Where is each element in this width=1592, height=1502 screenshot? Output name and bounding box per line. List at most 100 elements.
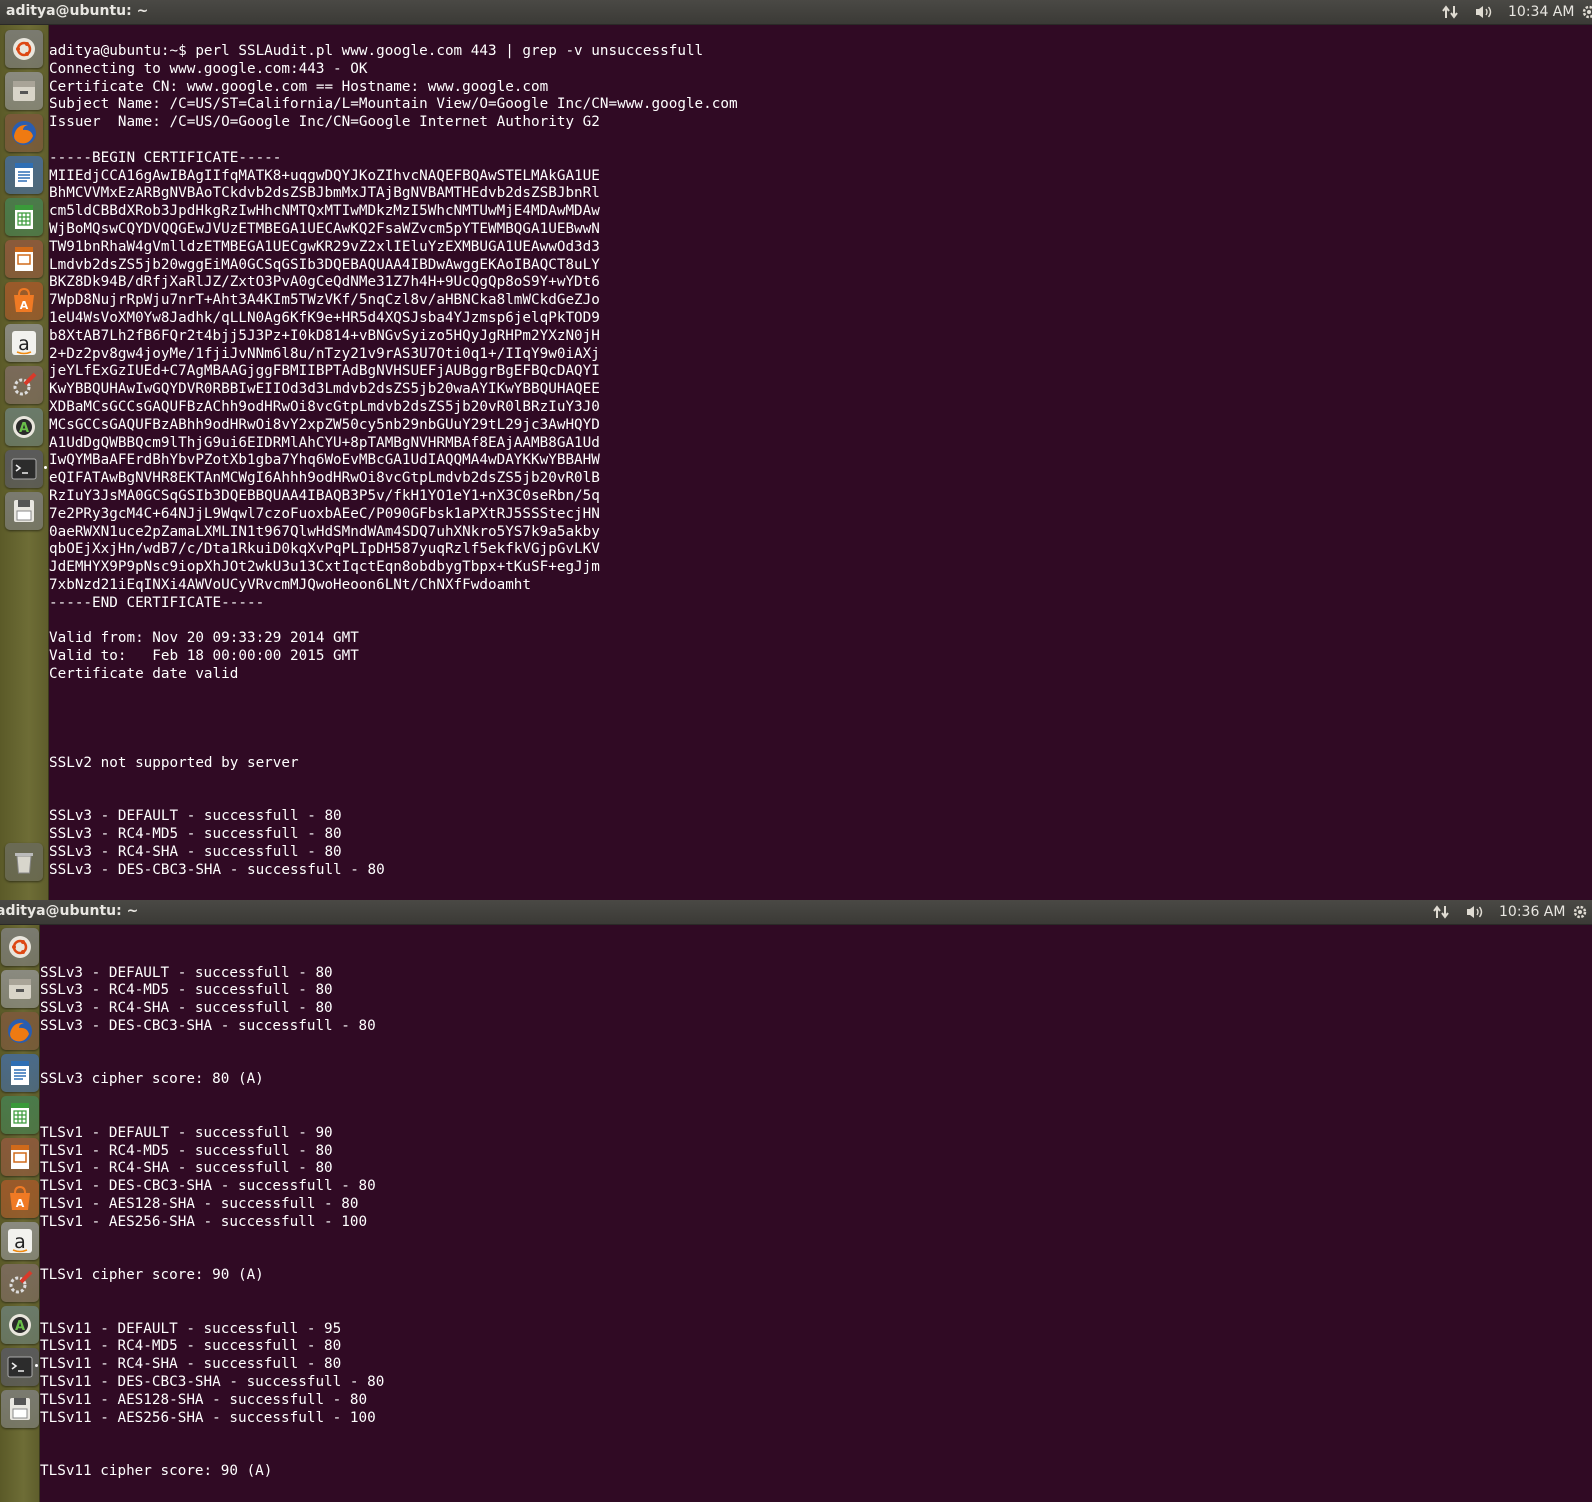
terminal-line: KwYBBQUHAwIwGQYDVR0RBBIwEIIOd3d3Lmdvb2ds…	[49, 381, 600, 398]
terminal-line: SSLv3 - RC4-SHA - successfull - 80	[49, 843, 342, 860]
system-settings-icon[interactable]	[5, 366, 43, 404]
clock[interactable]: 10:34 AM	[1508, 4, 1574, 20]
terminal-line: 0aeRWXN1uce2pZamaLXMLIN1t967QlwHdSMndWAm…	[49, 523, 600, 540]
file-manager-icon[interactable]	[5, 72, 43, 110]
terminal-line: SSLv3 - DEFAULT - successfull - 80	[40, 964, 333, 981]
terminal-line: eQIFATAwBgNVHR8EKTAnMCWgI6Ahhh9odHRwOi8v…	[49, 470, 600, 487]
system-tray: 10:34 AM	[1442, 0, 1592, 24]
terminal-line: Connecting to www.google.com:443 - OK	[49, 60, 368, 77]
window-title: aditya@ubuntu: ~	[6, 3, 149, 19]
terminal-line: TLSv11 - AES128-SHA - successfull - 80	[40, 1391, 368, 1408]
system-tray: 10:36 AM	[1433, 900, 1592, 924]
terminal-line: WjBoMQswCQYDVQQGEwJVUzETMBEGA1UECAwKQ2Fs…	[49, 220, 600, 237]
terminal-line: SSLv3 - RC4-MD5 - successfull - 80	[49, 826, 342, 843]
svg-text:a: a	[14, 1231, 26, 1253]
volume-icon[interactable]	[1474, 4, 1494, 20]
launcher: Aa A	[0, 925, 40, 1502]
desktop-screenshot-2: aditya@ubuntu: ~ 10:36 AM Aa A SSLv3 - DE…	[0, 900, 1592, 1502]
save-disk-icon[interactable]	[0, 1390, 39, 1428]
terminal-line: Subject Name: /C=US/ST=California/L=Moun…	[49, 96, 738, 113]
ubuntu-dash-icon[interactable]	[0, 928, 39, 966]
terminal-line: SSLv3 - DES-CBC3-SHA - successfull - 80	[40, 1017, 376, 1034]
terminal-line: cm5ldCBBdXRob3JpdHkgRzIwHhcNMTQxMTIwMDkz…	[49, 203, 600, 220]
calc-icon[interactable]	[5, 198, 43, 236]
svg-text:a: a	[18, 333, 30, 355]
desktop-screenshot-1: aditya@ubuntu: ~ 10:34 AM Aa A aditya@ubu…	[0, 0, 1592, 900]
terminal-line: MCsGCCsGAQUFBzABhh9odHRwOi8vY2xpZW50cy5n…	[49, 416, 600, 433]
terminal-line: qbOEjXxjHn/wdB7/c/Dta1RkuiD0kqXvPqPLIpDH…	[49, 541, 600, 558]
file-manager-icon[interactable]	[0, 970, 39, 1008]
ubuntu-dash-icon[interactable]	[5, 30, 43, 68]
terminal-line: TLSv11 - DES-CBC3-SHA - successfull - 80	[40, 1373, 385, 1390]
system-settings-icon[interactable]	[0, 1264, 39, 1302]
svg-text:A: A	[14, 1319, 24, 1334]
terminal-line: jeYLfExGzIUEd+C7AgMBAAGjggFBMIIBPTAdBgNV…	[49, 363, 600, 380]
terminal-output: aditya@ubuntu:~$ perl SSLAudit.pl www.go…	[49, 25, 1592, 879]
terminal-line: MIIEdjCCA16gAwIBAgIIfqMATK8+uqgwDQYJKoZI…	[49, 167, 600, 184]
terminal-line: TW91bnRhaW4gVmlldzETMBEGA1UECgwKR29vZ2xl…	[49, 238, 600, 255]
terminal-line: TLSv11 - RC4-SHA - successfull - 80	[40, 1356, 342, 1373]
calc-icon[interactable]	[0, 1096, 39, 1134]
terminal-line: TLSv1 - DES-CBC3-SHA - successfull - 80	[40, 1178, 376, 1195]
terminal-line: b8XtAB7Lh2fB6FQr2t4bjj5J3Pz+I0kD814+vBNG…	[49, 327, 600, 344]
terminal-line: Certificate date valid	[49, 665, 239, 682]
trash-icon[interactable]	[5, 843, 43, 881]
amazon-icon[interactable]: a	[5, 324, 43, 362]
terminal-line: TLSv11 cipher score: 90 (A)	[40, 1462, 273, 1479]
firefox-icon[interactable]	[5, 114, 43, 152]
impress-icon[interactable]	[5, 240, 43, 278]
terminal-line: A1UdDgQWBBQcm9lThjG9ui6EIDRMlAhCYU+8pTAM…	[49, 434, 600, 451]
terminal-line: 7WpD8NujrRpWju7nrT+Aht3A4KIm5TWzVKf/5nqC…	[49, 292, 600, 309]
terminal-icon[interactable]	[5, 450, 43, 488]
amazon-icon[interactable]: a	[0, 1222, 39, 1260]
top-panel: aditya@ubuntu: ~ 10:34 AM	[0, 0, 1592, 25]
terminal[interactable]: aditya@ubuntu:~$ perl SSLAudit.pl www.go…	[49, 25, 1592, 900]
clock[interactable]: 10:36 AM	[1499, 904, 1565, 920]
terminal-line: TLSv1 - RC4-SHA - successfull - 80	[40, 1160, 333, 1177]
terminal-line: SSLv3 - RC4-SHA - successfull - 80	[40, 1000, 333, 1017]
terminal-line: IwQYMBaAFErdBhYbvPZotXb1gba7Yhq6WoEvMBcG…	[49, 452, 600, 469]
terminal-line: 7e2PRy3gcM4C+64NJjL9Wqwl7czoFuoxbAEeC/P0…	[49, 505, 600, 522]
terminal-line: TLSv1 cipher score: 90 (A)	[40, 1267, 264, 1284]
terminal-line: 1eU4WsVoXM0Yw8Jadhk/qLLN0Ag6KfK9e+HR5d4X…	[49, 309, 600, 326]
terminal[interactable]: SSLv3 - DEFAULT - successfull - 80 SSLv3…	[40, 925, 1592, 1502]
volume-icon[interactable]	[1465, 904, 1485, 920]
top-panel: aditya@ubuntu: ~ 10:36 AM	[0, 900, 1592, 925]
software-center-icon[interactable]: A	[5, 282, 43, 320]
software-updater-icon[interactable]: A	[0, 1306, 39, 1344]
terminal-line: Valid from: Nov 20 09:33:29 2014 GMT	[49, 630, 359, 647]
software-updater-icon[interactable]: A	[5, 408, 43, 446]
svg-text:A: A	[19, 421, 29, 436]
terminal-output: SSLv3 - DEFAULT - successfull - 80 SSLv3…	[40, 925, 1592, 1481]
terminal-line: TLSv11 - RC4-MD5 - successfull - 80	[40, 1338, 342, 1355]
gear-icon[interactable]	[1580, 3, 1592, 21]
terminal-line: aditya@ubuntu:~$ perl SSLAudit.pl www.go…	[49, 43, 704, 59]
terminal-line: TLSv1 - AES256-SHA - successfull - 100	[40, 1213, 368, 1230]
running-indicator	[44, 466, 47, 469]
window-title: aditya@ubuntu: ~	[0, 903, 139, 919]
save-disk-icon[interactable]	[5, 492, 43, 530]
running-indicator	[35, 1364, 38, 1367]
terminal-line: TLSv11 - AES256-SHA - successfull - 100	[40, 1409, 376, 1426]
terminal-line: -----END CERTIFICATE-----	[49, 594, 265, 611]
terminal-line: 2+Dz2pv8gw4joyMe/1fjiJvNNm6l8u/nTzy21v9r…	[49, 345, 600, 362]
terminal-line: BKZ8Dk94B/dRfjXaRlJZ/ZxtO3PvA0gCeQdNMe31…	[49, 274, 600, 291]
impress-icon[interactable]	[0, 1138, 39, 1176]
terminal-line: Valid to: Feb 18 00:00:00 2015 GMT	[49, 648, 359, 665]
svg-text:A: A	[20, 299, 29, 312]
terminal-icon[interactable]	[0, 1348, 39, 1386]
terminal-line: Certificate CN: www.google.com == Hostna…	[49, 78, 549, 95]
writer-icon[interactable]	[0, 1054, 39, 1092]
terminal-line: RzIuY3JsMA0GCSqGSIb3DQEBBQUAA4IBAQB3P5v/…	[49, 487, 600, 504]
terminal-line: SSLv3 - RC4-MD5 - successfull - 80	[40, 982, 333, 999]
network-icon[interactable]	[1433, 904, 1451, 920]
software-center-icon[interactable]: A	[0, 1180, 39, 1218]
firefox-icon[interactable]	[0, 1012, 39, 1050]
gear-icon[interactable]	[1571, 903, 1589, 921]
terminal-line: TLSv1 - RC4-MD5 - successfull - 80	[40, 1142, 333, 1159]
terminal-line: BhMCVVMxEzARBgNVBAoTCkdvb2dsZSBJbmMxJTAj…	[49, 185, 600, 202]
terminal-line: XDBaMCsGCCsGAQUFBzAChh9odHRwOi8vcGtpLmdv…	[49, 398, 600, 415]
terminal-line: 7xbNzd21iEqINXi4AWVoUCyVRvcmMJQwoHeoon6L…	[49, 576, 532, 593]
network-icon[interactable]	[1442, 4, 1460, 20]
writer-icon[interactable]	[5, 156, 43, 194]
